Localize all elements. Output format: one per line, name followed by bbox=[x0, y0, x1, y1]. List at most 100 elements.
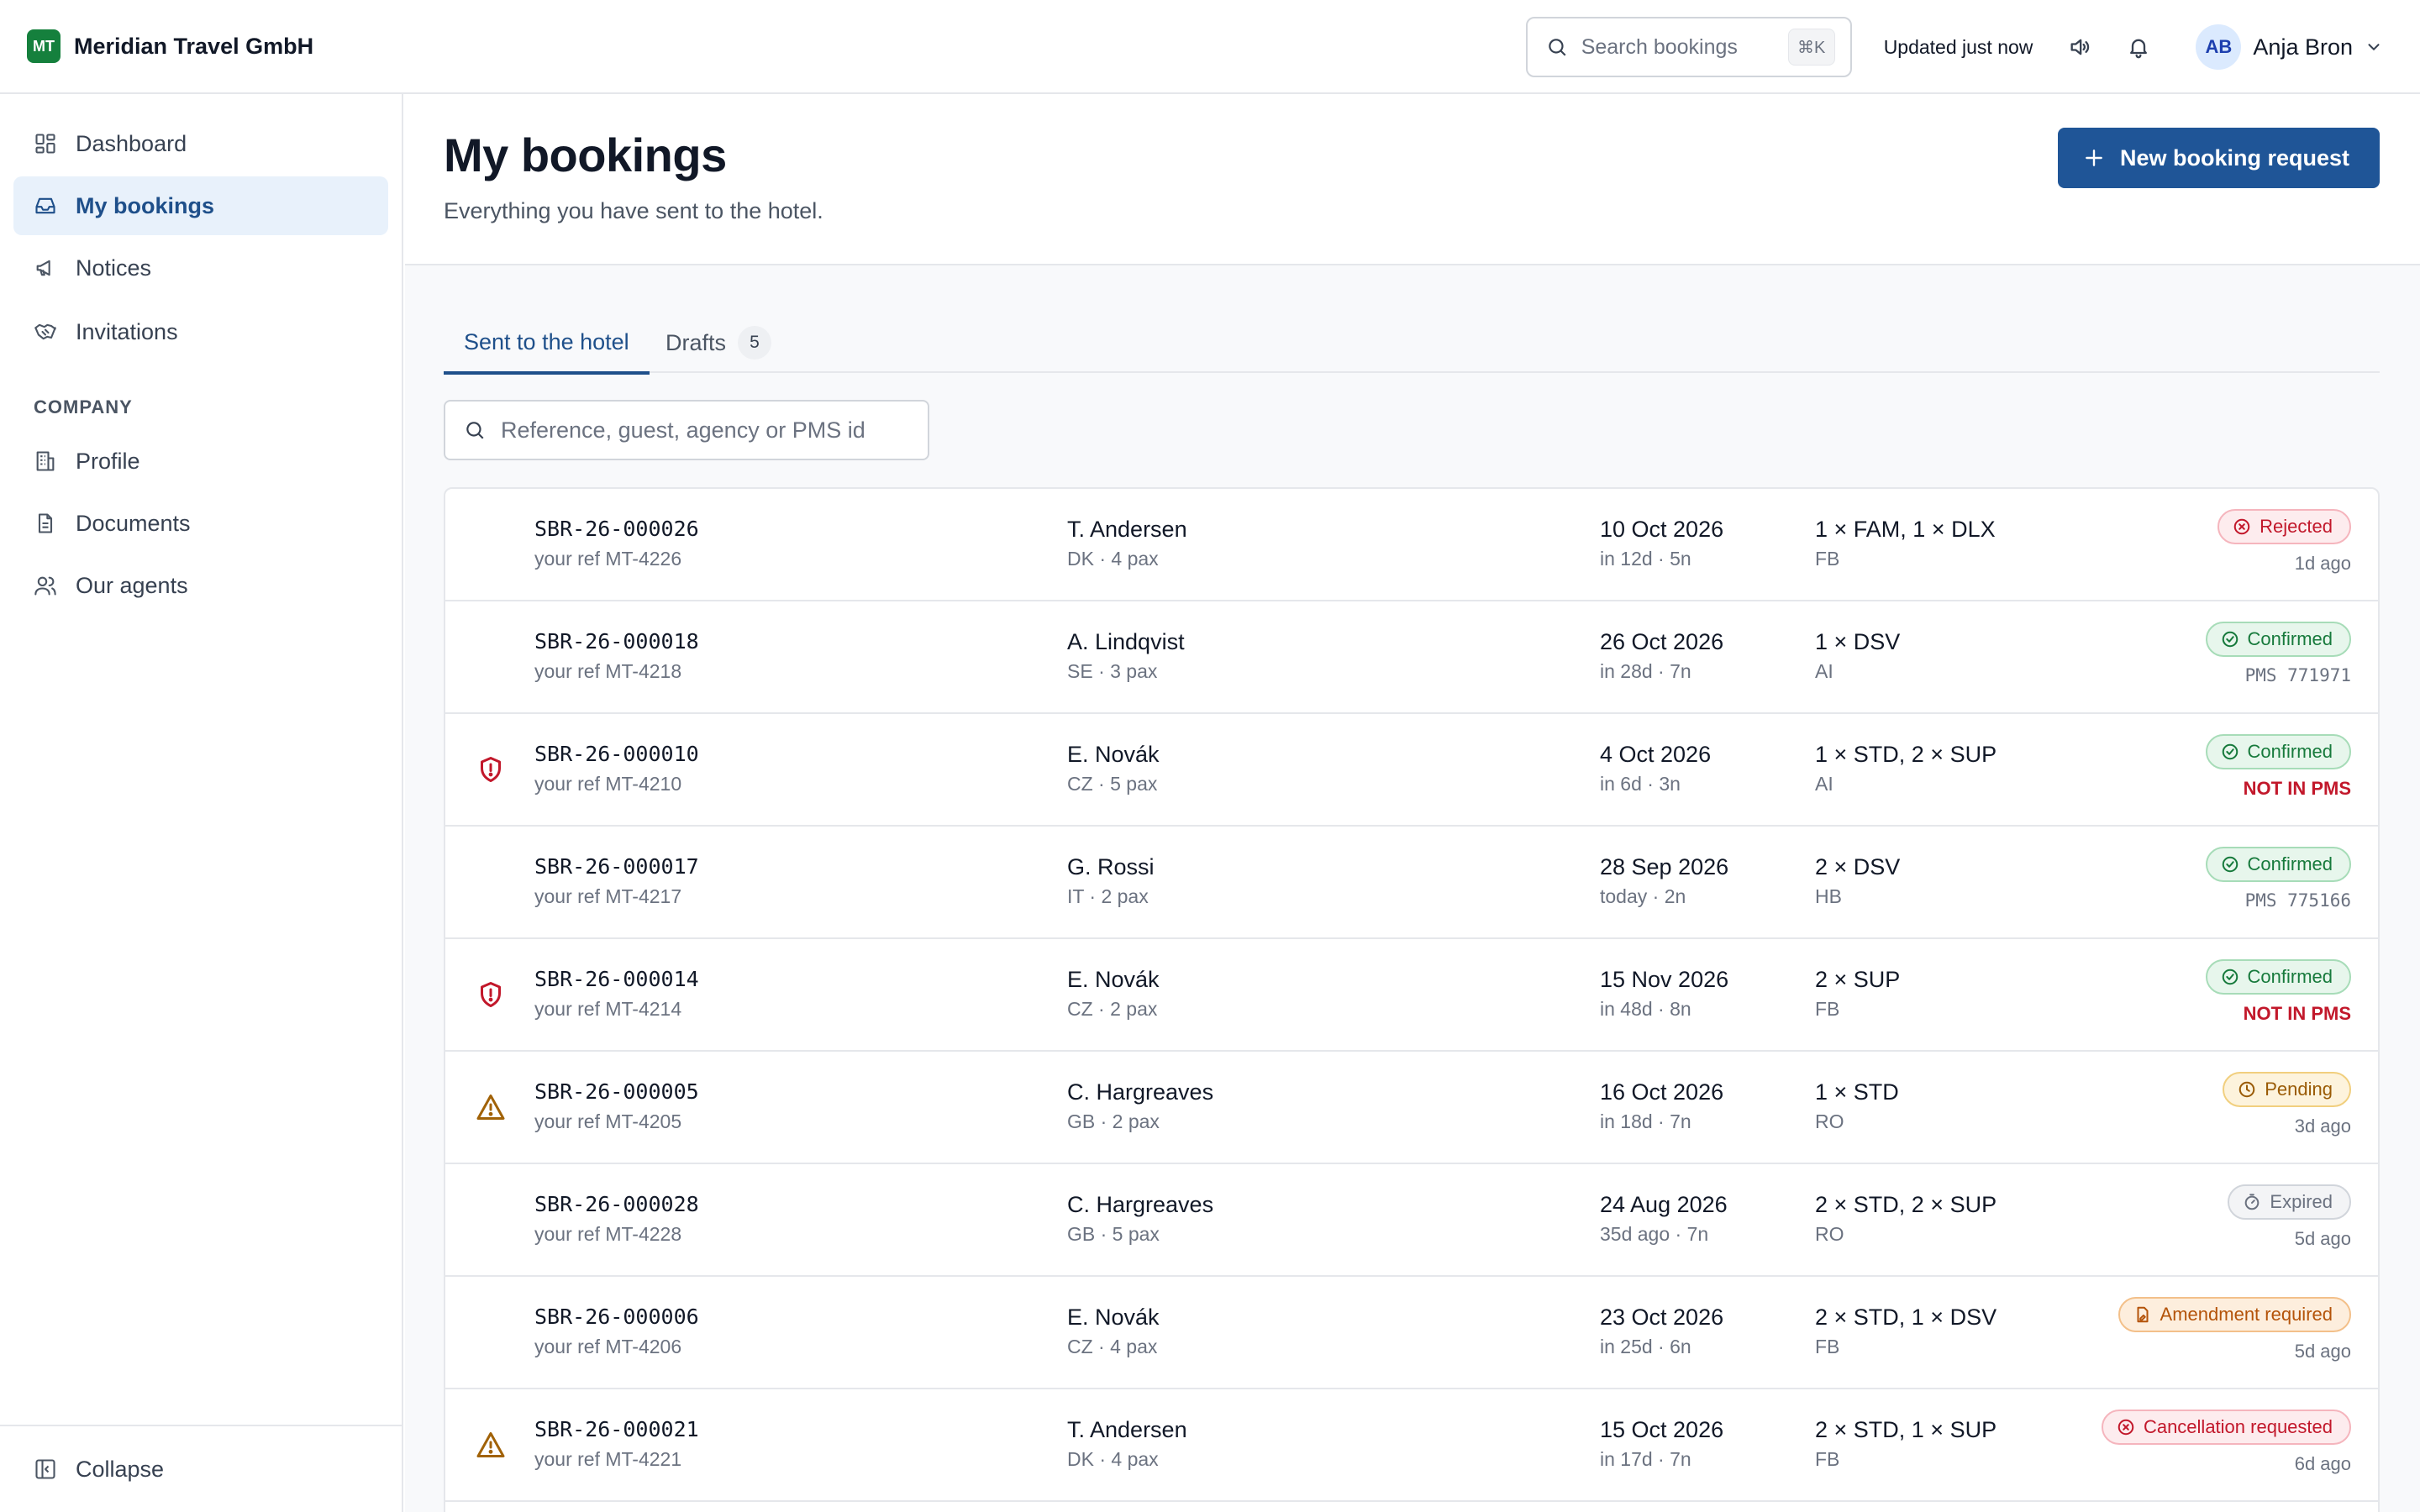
guest-name: C. Hargreaves bbox=[1067, 1192, 1214, 1217]
booking-reference[interactable]: SBR-26-000005 bbox=[534, 1077, 699, 1107]
table-row[interactable]: SBR-26-000010 your ref MT-4210 E. Novák … bbox=[445, 714, 2378, 827]
collapse-sidebar-button[interactable]: Collapse bbox=[0, 1425, 402, 1512]
your-reference: your ref MT-4210 bbox=[534, 773, 682, 795]
booking-reference[interactable]: SBR-26-000021 bbox=[534, 1415, 699, 1445]
booking-reference[interactable]: SBR-26-000028 bbox=[534, 1189, 699, 1220]
arrival-cell: 15 Oct 2026 in 17d · 7n bbox=[1600, 1415, 1723, 1473]
warning-icon bbox=[476, 1092, 506, 1122]
status-label: Confirmed bbox=[2247, 628, 2333, 649]
status-badge: Amendment required bbox=[2118, 1297, 2351, 1332]
sidebar-item-documents[interactable]: Documents bbox=[13, 494, 388, 553]
guest-name: E. Novák bbox=[1067, 742, 1160, 767]
user-menu[interactable]: AB Anja Bron bbox=[2196, 24, 2383, 70]
guest-cell: C. Hargreaves GB · 2 pax bbox=[1067, 1077, 1213, 1136]
booking-reference-cell: SBR-26-000028 your ref MT-4228 bbox=[534, 1189, 699, 1248]
status-cell: Rejected 1d ago bbox=[2217, 509, 2351, 575]
table-row[interactable]: SBR-26-000005 your ref MT-4205 C. Hargre… bbox=[445, 1052, 2378, 1164]
status-label: Expired bbox=[2270, 1191, 2333, 1212]
your-reference: your ref MT-4221 bbox=[534, 1448, 682, 1470]
stay-meta: in 48d · 8n bbox=[1600, 998, 1691, 1020]
sidebar-item-label: My bookings bbox=[76, 192, 215, 218]
tab-label: Sent to the hotel bbox=[464, 328, 629, 354]
sidebar-item-label: Our agents bbox=[76, 572, 188, 598]
status-label: Rejected bbox=[2260, 516, 2333, 537]
board-type: FB bbox=[1815, 1448, 1840, 1470]
booking-reference[interactable]: SBR-26-000018 bbox=[534, 627, 699, 657]
booking-filter-field[interactable] bbox=[444, 400, 929, 460]
status-cell: Pending 3d ago bbox=[2223, 1072, 2351, 1137]
global-search-input[interactable]: Search bookings ⌘K bbox=[1525, 17, 1852, 77]
status-badge: Confirmed bbox=[2205, 847, 2351, 882]
timer-icon bbox=[2243, 1193, 2261, 1211]
booking-reference[interactable]: SBR-26-000017 bbox=[534, 852, 699, 882]
tab-label: Drafts bbox=[666, 329, 727, 355]
check-circle-icon bbox=[2221, 968, 2239, 986]
status-detail: 3d ago bbox=[2294, 1116, 2351, 1137]
booking-reference-cell: SBR-26-000005 your ref MT-4205 bbox=[534, 1077, 699, 1136]
guest-meta: CZ · 4 pax bbox=[1067, 1336, 1158, 1357]
status-detail: 5d ago bbox=[2294, 1228, 2351, 1249]
tab-drafts[interactable]: Drafts 5 bbox=[666, 312, 772, 373]
status-detail: PMS 775166 bbox=[2244, 890, 2351, 911]
sidebar-item-our-agents[interactable]: Our agents bbox=[13, 556, 388, 615]
room-summary: 2 × STD, 1 × DSV bbox=[1815, 1305, 1997, 1330]
sidebar-item-profile[interactable]: Profile bbox=[13, 432, 388, 491]
section-label-company: COMPANY bbox=[34, 396, 133, 417]
sidebar-item-notices[interactable]: Notices bbox=[13, 239, 388, 297]
board-type: HB bbox=[1815, 885, 1842, 907]
booking-reference[interactable]: SBR-26-000006 bbox=[534, 1302, 699, 1332]
booking-filter-input[interactable] bbox=[501, 417, 921, 444]
booking-reference[interactable]: SBR-26-000010 bbox=[534, 739, 699, 769]
room-summary: 2 × STD, 1 × SUP bbox=[1815, 1417, 1997, 1442]
arrival-date: 10 Oct 2026 bbox=[1600, 517, 1724, 542]
rooms-cell: 2 × STD, 1 × DSV FB bbox=[1815, 1302, 1996, 1361]
table-row[interactable]: SBR-26-000014 your ref MT-4214 E. Novák … bbox=[445, 939, 2378, 1052]
arrival-cell: 23 Oct 2026 in 25d · 6n bbox=[1600, 1302, 1723, 1361]
guest-meta: SE · 3 pax bbox=[1067, 660, 1158, 682]
your-reference: your ref MT-4226 bbox=[534, 548, 682, 570]
sidebar-item-dashboard[interactable]: Dashboard bbox=[13, 114, 388, 173]
stay-meta: today · 2n bbox=[1600, 885, 1686, 907]
rooms-cell: 2 × SUP FB bbox=[1815, 964, 1900, 1023]
board-type: RO bbox=[1815, 1110, 1844, 1132]
table-row[interactable]: SBR-26-000006 your ref MT-4206 E. Novák … bbox=[445, 1277, 2378, 1389]
sidebar-item-my-bookings[interactable]: My bookings bbox=[13, 176, 388, 235]
sound-toggle-button[interactable] bbox=[2058, 25, 2102, 69]
arrival-cell: 15 Nov 2026 in 48d · 8n bbox=[1600, 964, 1728, 1023]
arrival-date: 24 Aug 2026 bbox=[1600, 1192, 1728, 1217]
warning-icon bbox=[476, 1430, 506, 1460]
status-badge: Rejected bbox=[2217, 509, 2351, 544]
notifications-button[interactable] bbox=[2117, 25, 2160, 69]
brand[interactable]: MT Meridian Travel GmbH bbox=[27, 29, 313, 63]
drafts-count-badge: 5 bbox=[738, 326, 772, 360]
guest-name: G. Rossi bbox=[1067, 854, 1155, 879]
document-icon bbox=[38, 513, 53, 533]
booking-reference[interactable]: SBR-26-000026 bbox=[534, 514, 699, 544]
inbox-icon bbox=[35, 197, 55, 214]
guest-meta: CZ · 2 pax bbox=[1067, 998, 1158, 1020]
guest-meta: GB · 5 pax bbox=[1067, 1223, 1160, 1245]
x-circle-icon bbox=[2233, 517, 2251, 536]
megaphone-icon bbox=[36, 260, 50, 276]
new-booking-request-button[interactable]: New booking request bbox=[2057, 128, 2380, 188]
table-row[interactable]: SBR-26-000017 your ref MT-4217 G. Rossi … bbox=[445, 827, 2378, 939]
rooms-cell: 1 × FAM, 1 × DLX FB bbox=[1815, 514, 1996, 573]
page-title: My bookings bbox=[444, 129, 727, 181]
board-type: AI bbox=[1815, 660, 1833, 682]
table-row[interactable]: SBR-26-000028 your ref MT-4228 C. Hargre… bbox=[445, 1164, 2378, 1277]
sidebar-item-label: Invitations bbox=[76, 318, 178, 344]
table-row[interactable]: SBR-26-000021 your ref MT-4221 T. Anders… bbox=[445, 1389, 2378, 1502]
table-row[interactable]: SBR-26-000018 your ref MT-4218 A. Lindqv… bbox=[445, 601, 2378, 714]
table-row[interactable]: SBR-26-000026 your ref MT-4226 T. Anders… bbox=[445, 489, 2378, 601]
status-label: Cancellation requested bbox=[2143, 1416, 2333, 1437]
status-detail: 6d ago bbox=[2294, 1453, 2351, 1474]
arrival-date: 26 Oct 2026 bbox=[1600, 629, 1724, 654]
sidebar-item-invitations[interactable]: Invitations bbox=[13, 302, 388, 361]
user-name: Anja Bron bbox=[2253, 34, 2353, 60]
chevron-down-icon bbox=[2368, 44, 2380, 51]
tab-sent-to-the-hotel[interactable]: Sent to the hotel bbox=[444, 312, 650, 375]
plus-icon bbox=[2086, 150, 2102, 166]
booking-reference[interactable]: SBR-26-000014 bbox=[534, 964, 699, 995]
room-summary: 2 × SUP bbox=[1815, 967, 1901, 992]
arrival-cell: 26 Oct 2026 in 28d · 7n bbox=[1600, 627, 1723, 685]
